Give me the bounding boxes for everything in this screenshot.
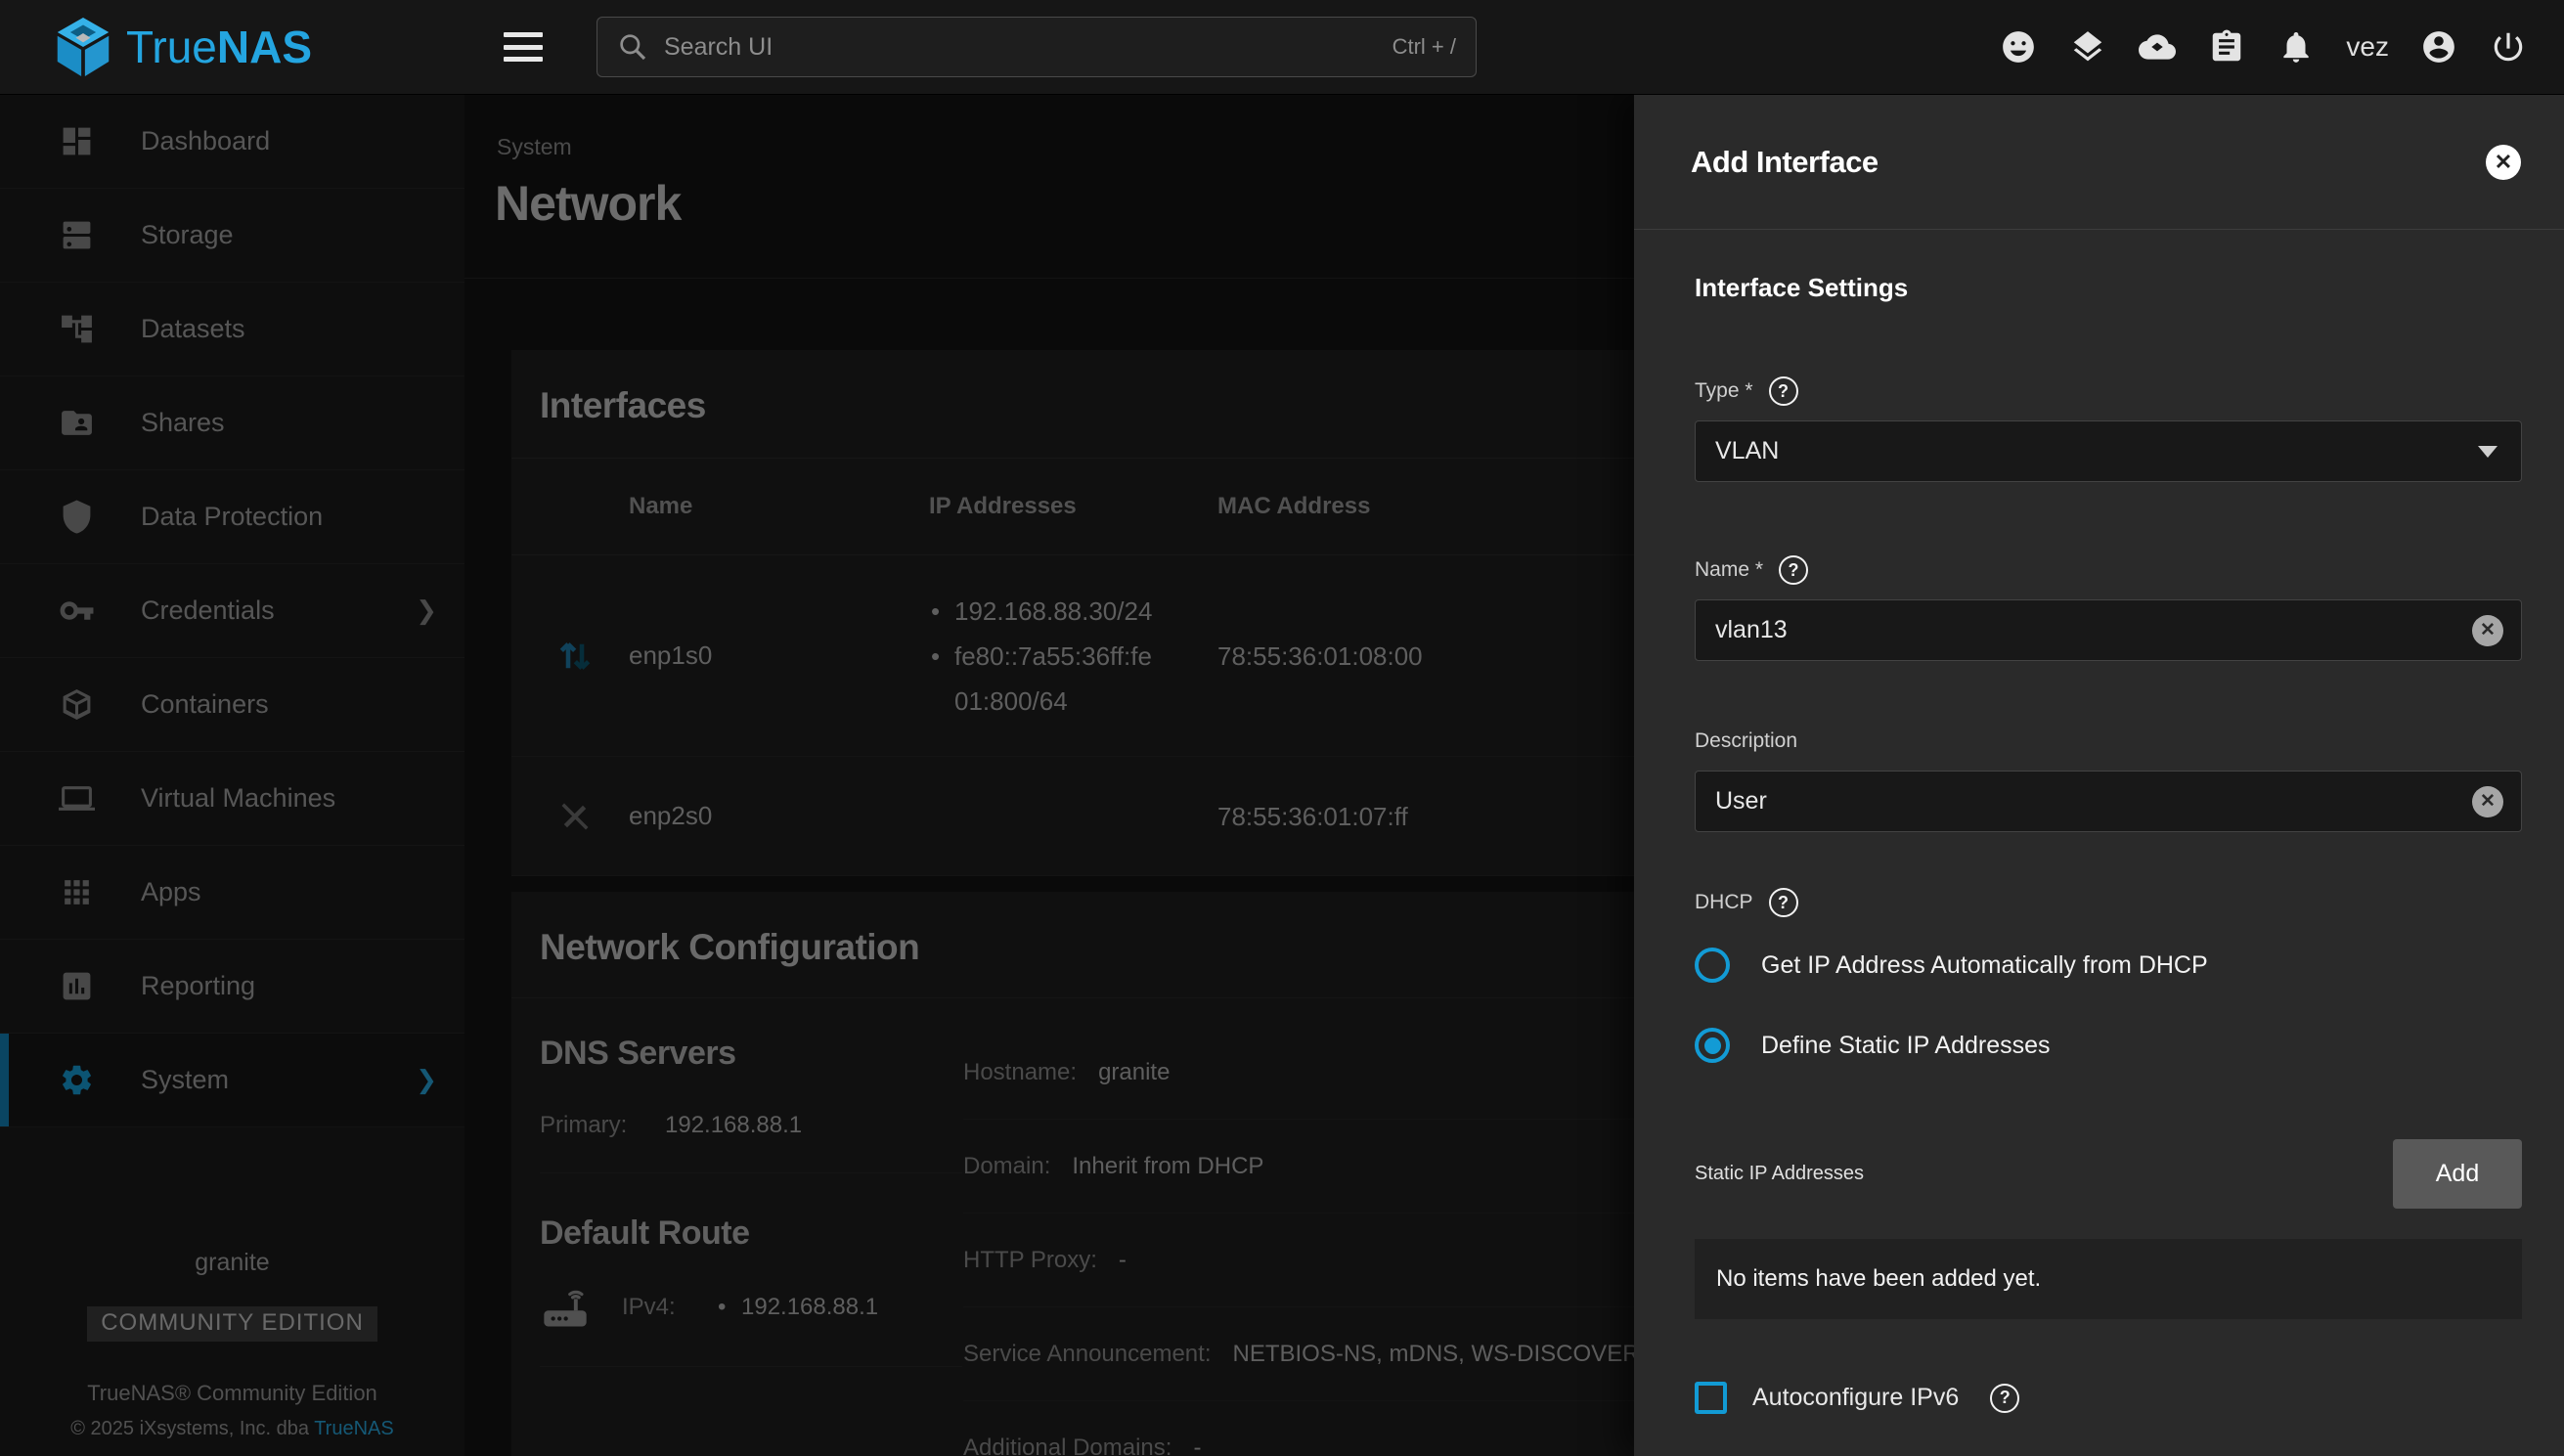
description-field-box: ✕	[1695, 771, 2522, 832]
name-field-box: ✕	[1695, 599, 2522, 661]
interface-settings-heading: Interface Settings	[1695, 273, 2522, 303]
search-input[interactable]	[664, 33, 1393, 62]
logo-text: TrueNAS	[126, 21, 312, 73]
radio-static-ip[interactable]: Define Static IP Addresses	[1695, 1026, 2522, 1065]
help-icon[interactable]: ?	[1990, 1384, 2019, 1413]
topbar-actions: vez	[1999, 27, 2564, 66]
name-field-label: Name *	[1695, 558, 1763, 582]
checkbox-unchecked-icon[interactable]	[1695, 1382, 1727, 1414]
autoconfigure-ipv6-checkbox-row[interactable]: Autoconfigure IPv6 ?	[1695, 1382, 2522, 1414]
user-avatar-icon[interactable]	[2419, 27, 2458, 66]
radio-selected-icon	[1695, 1028, 1730, 1063]
username-label: vez	[2346, 31, 2389, 63]
panel-header: Add Interface ✕	[1634, 95, 2564, 230]
search-shortcut: Ctrl + /	[1393, 34, 1456, 60]
jobs-clipboard-icon[interactable]	[2207, 27, 2246, 66]
radio-unselected-icon	[1695, 948, 1730, 983]
dhcp-field-label: DHCP	[1695, 891, 1753, 914]
clear-input-icon[interactable]: ✕	[2472, 615, 2503, 646]
search-bar[interactable]: Ctrl + /	[597, 17, 1477, 77]
name-field[interactable]	[1715, 616, 2472, 644]
panel-body: Interface Settings Type * ? VLAN Name * …	[1634, 273, 2564, 1414]
help-icon[interactable]: ?	[1769, 376, 1798, 406]
feedback-smiley-icon[interactable]	[1999, 27, 2038, 66]
menu-hamburger-icon[interactable]	[504, 32, 543, 62]
type-select-value: VLAN	[1715, 437, 2478, 465]
topbar: TrueNAS Ctrl + / vez	[0, 0, 2564, 95]
truenas-logo[interactable]: TrueNAS	[0, 16, 464, 78]
chevron-down-icon	[2478, 446, 2498, 458]
help-icon[interactable]: ?	[1769, 888, 1798, 917]
description-field[interactable]	[1715, 787, 2472, 816]
power-icon[interactable]	[2489, 27, 2528, 66]
search-icon	[617, 31, 648, 63]
type-select[interactable]: VLAN	[1695, 420, 2522, 482]
add-static-ip-button[interactable]: Add	[2393, 1139, 2522, 1209]
add-interface-panel: Add Interface ✕ Interface Settings Type …	[1634, 95, 2564, 1456]
clear-input-icon[interactable]: ✕	[2472, 786, 2503, 817]
empty-list-message: No items have been added yet.	[1695, 1239, 2522, 1319]
truenas-logo-icon	[54, 16, 112, 78]
radio-dhcp-auto[interactable]: Get IP Address Automatically from DHCP	[1695, 946, 2522, 985]
notifications-bell-icon[interactable]	[2277, 27, 2316, 66]
app-root: TrueNAS Ctrl + / vez	[0, 0, 2564, 1456]
description-field-label: Description	[1695, 729, 1797, 753]
panel-title: Add Interface	[1691, 145, 1879, 180]
type-field-label: Type *	[1695, 379, 1753, 403]
help-icon[interactable]: ?	[1779, 555, 1808, 585]
static-ip-addresses-label: Static IP Addresses	[1695, 1163, 1864, 1185]
truenas-connect-cloud-icon[interactable]	[2138, 27, 2177, 66]
close-icon[interactable]: ✕	[2486, 145, 2521, 180]
stacked-layers-icon[interactable]	[2068, 27, 2107, 66]
